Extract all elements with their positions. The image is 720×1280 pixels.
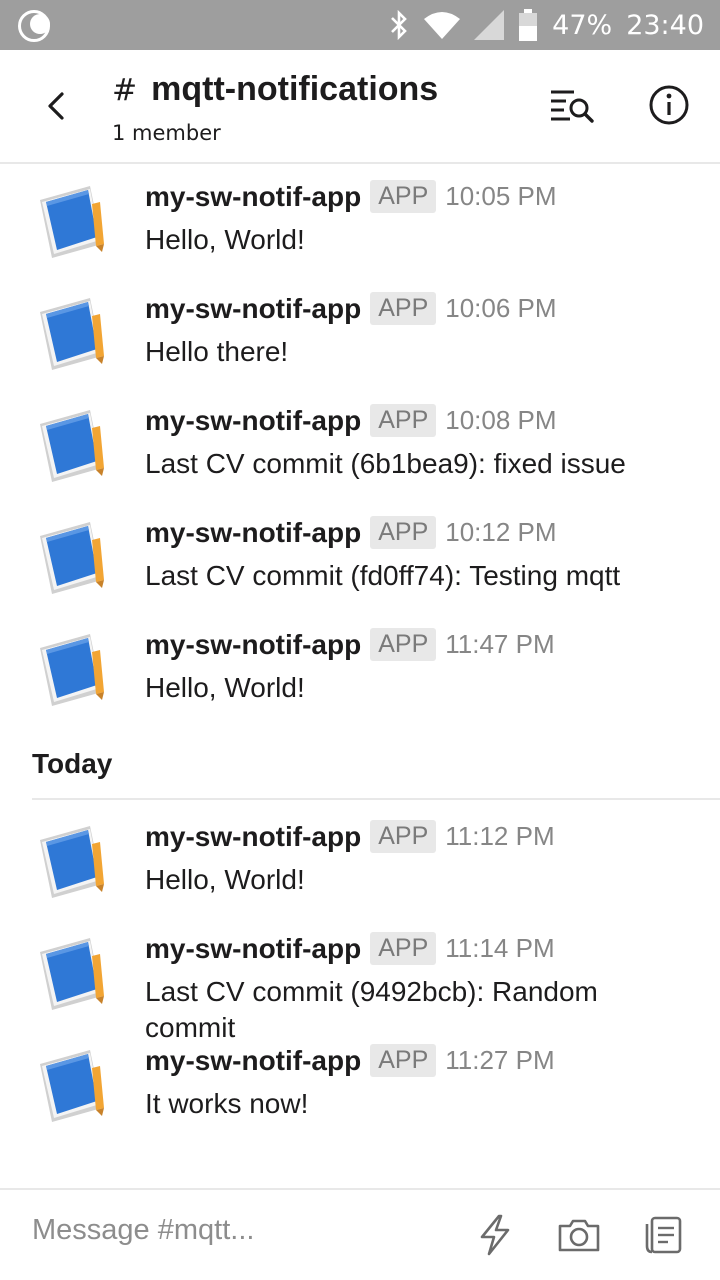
- app-badge: APP: [370, 404, 437, 437]
- back-arrow-icon: [48, 92, 64, 120]
- channel-info-button[interactable]: [648, 84, 690, 126]
- lightning-icon: [480, 1214, 510, 1256]
- search-messages-icon: [551, 90, 594, 123]
- divider-line: [32, 798, 720, 800]
- app-badge: APP: [370, 932, 437, 965]
- status-icons: 47% 23:40: [388, 0, 704, 50]
- message-text: Last CV commit (fd0ff74): Testing mqtt: [145, 560, 621, 591]
- sender-name[interactable]: my-sw-notif-app: [145, 517, 361, 549]
- message-header: my-sw-notif-app APP 11:14 PM: [145, 932, 555, 965]
- app-avatar-icon[interactable]: [32, 1044, 114, 1126]
- message-row[interactable]: my-sw-notif-app APP 11:47 PM Hello, World!: [0, 614, 720, 726]
- wifi-icon: [424, 12, 461, 39]
- message-time: 10:08 PM: [445, 405, 557, 435]
- message-row[interactable]: my-sw-notif-app APP 10:05 PM Hello, World!: [0, 166, 720, 278]
- message-time: 11:27 PM: [445, 1045, 555, 1075]
- clock: 23:40: [626, 9, 704, 41]
- camera-button[interactable]: [556, 1212, 602, 1258]
- app-avatar-icon[interactable]: [32, 516, 114, 598]
- sender-name[interactable]: my-sw-notif-app: [145, 933, 361, 965]
- battery-icon: [519, 9, 538, 41]
- message-header: my-sw-notif-app APP 10:08 PM: [145, 404, 557, 437]
- search-messages-button[interactable]: [548, 86, 596, 126]
- back-button[interactable]: [36, 86, 76, 126]
- message-row[interactable]: my-sw-notif-app APP 10:08 PM Last CV commit…: [0, 390, 720, 502]
- day-divider-label: Today: [32, 748, 113, 779]
- sender-name[interactable]: my-sw-notif-app: [145, 1045, 361, 1077]
- message-text: Hello there!: [145, 336, 289, 367]
- app-avatar-icon[interactable]: [32, 820, 114, 902]
- battery-percent: 47%: [552, 9, 613, 41]
- message-text: Hello, World!: [145, 224, 305, 255]
- message-text: Last CV commit (6b1bea9): fixed issue: [145, 448, 626, 479]
- shortcuts-button[interactable]: [472, 1212, 518, 1258]
- app-badge: APP: [370, 1044, 437, 1077]
- message-time: 10:06 PM: [445, 293, 557, 323]
- attachment-icon: [645, 1216, 682, 1254]
- member-count[interactable]: 1 member: [112, 121, 221, 145]
- messages-today: my-sw-notif-app APP 11:12 PM Hello, World! m…: [0, 806, 720, 1142]
- message-header: my-sw-notif-app APP 10:06 PM: [145, 292, 557, 325]
- message-header: my-sw-notif-app APP 11:12 PM: [145, 820, 555, 853]
- message-row[interactable]: my-sw-notif-app APP 10:12 PM Last CV commit…: [0, 502, 720, 614]
- moon-icon: [18, 10, 50, 42]
- app-badge: APP: [370, 180, 437, 213]
- message-list[interactable]: my-sw-notif-app APP 10:05 PM Hello, World! m…: [0, 166, 720, 1186]
- message-text: Hello, World!: [145, 864, 305, 895]
- channel-name: mqtt-notifications: [151, 70, 439, 108]
- message-time: 10:12 PM: [445, 517, 557, 547]
- messages-before: my-sw-notif-app APP 10:05 PM Hello, World! m…: [0, 166, 720, 726]
- message-header: my-sw-notif-app APP 11:27 PM: [145, 1044, 555, 1077]
- message-input[interactable]: [32, 1214, 432, 1247]
- channel-title[interactable]: # mqtt-notifications: [112, 70, 438, 109]
- sender-name[interactable]: my-sw-notif-app: [145, 405, 361, 437]
- camera-icon: [558, 1219, 600, 1252]
- app-avatar-icon[interactable]: [32, 932, 114, 1014]
- channel-header: # mqtt-notifications 1 member: [0, 50, 720, 164]
- hash-icon: #: [112, 73, 138, 108]
- message-time: 11:14 PM: [445, 933, 555, 963]
- app-avatar-icon[interactable]: [32, 404, 114, 486]
- app-badge: APP: [370, 516, 437, 549]
- message-row[interactable]: my-sw-notif-app APP 10:06 PM Hello there!: [0, 278, 720, 390]
- app-badge: APP: [370, 820, 437, 853]
- message-time: 11:47 PM: [445, 629, 555, 659]
- status-bar: 47% 23:40: [0, 0, 720, 50]
- sender-name[interactable]: my-sw-notif-app: [145, 293, 361, 325]
- sender-name[interactable]: my-sw-notif-app: [145, 821, 361, 853]
- message-text: Hello, World!: [145, 672, 305, 703]
- message-composer: [0, 1188, 720, 1280]
- message-text: It works now!: [145, 1088, 309, 1119]
- day-divider: Today: [0, 726, 720, 806]
- message-time: 11:12 PM: [445, 821, 555, 851]
- message-header: my-sw-notif-app APP 10:12 PM: [145, 516, 557, 549]
- app-avatar-icon[interactable]: [32, 292, 114, 374]
- attach-button[interactable]: [640, 1212, 686, 1258]
- message-row[interactable]: my-sw-notif-app APP 11:27 PM It works now!: [0, 1030, 720, 1142]
- signal-icon: [474, 10, 505, 40]
- sender-name[interactable]: my-sw-notif-app: [145, 629, 361, 661]
- app-badge: APP: [370, 628, 437, 661]
- message-header: my-sw-notif-app APP 10:05 PM: [145, 180, 557, 213]
- message-row[interactable]: my-sw-notif-app APP 11:12 PM Hello, World!: [0, 806, 720, 918]
- message-header: my-sw-notif-app APP 11:47 PM: [145, 628, 555, 661]
- bluetooth-icon: [391, 10, 408, 40]
- app-badge: APP: [370, 292, 437, 325]
- app-avatar-icon[interactable]: [32, 628, 114, 710]
- app-avatar-icon[interactable]: [32, 180, 114, 262]
- sender-name[interactable]: my-sw-notif-app: [145, 181, 361, 213]
- message-row[interactable]: my-sw-notif-app APP 11:14 PM Last CV commit…: [0, 918, 720, 1043]
- message-time: 10:05 PM: [445, 181, 557, 211]
- info-icon: [649, 85, 689, 125]
